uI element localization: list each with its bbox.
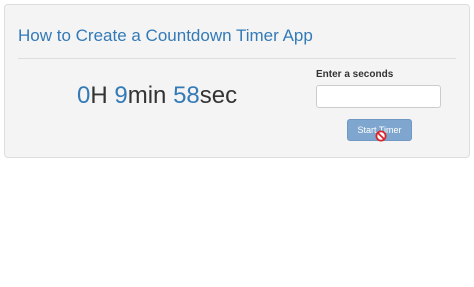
hours-value: 0 (77, 82, 91, 109)
start-timer-button[interactable]: Start Timer (347, 119, 412, 141)
panel-divider (18, 58, 456, 59)
hours-unit: H (90, 82, 108, 109)
minutes-unit: min (127, 82, 167, 109)
seconds-input[interactable] (316, 85, 441, 108)
panel-title: How to Create a Countdown Timer App (18, 26, 313, 45)
minutes-value: 9 (114, 82, 128, 109)
seconds-unit: sec (199, 82, 238, 109)
seconds-value: 58 (173, 82, 200, 109)
countdown-display: 0H 9min 58sec (77, 82, 237, 110)
seconds-input-label: Enter a seconds (316, 69, 394, 80)
